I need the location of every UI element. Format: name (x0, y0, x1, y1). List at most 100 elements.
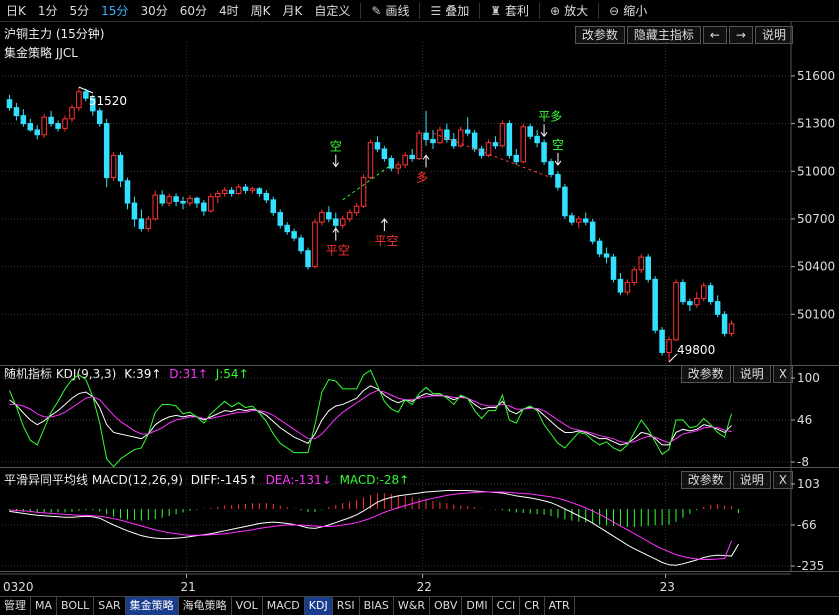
candle-body (645, 256, 651, 280)
candle-body (638, 256, 645, 271)
candle-body (562, 186, 568, 217)
indicator-tab-13[interactable]: DMI (462, 597, 493, 615)
candle-body (464, 129, 471, 134)
candle-body (96, 110, 103, 125)
candle-body (277, 212, 283, 226)
macd-chart[interactable]: 103 -66 -235 0320 21 22 23 (0, 468, 839, 596)
indicator-tab-8[interactable]: KDJ (304, 597, 333, 615)
candle-body (48, 116, 54, 125)
candle-body (541, 142, 547, 163)
indicator-tabs: 管理 MA BOLL SAR 集金策略 海龟策略 VOL MACD KDJ RSI BIAS W&R O… (0, 596, 839, 615)
period-tab-7[interactable]: 周K (245, 0, 277, 22)
candle-body (326, 212, 332, 220)
candle-body (485, 142, 492, 156)
candle-body (6, 99, 13, 109)
date-label-0: 0320 (3, 580, 34, 594)
candle-body (138, 218, 145, 229)
candle-body (291, 231, 297, 239)
period-tab-6[interactable]: 4时 (213, 0, 245, 22)
period-tab-0[interactable]: 日K (0, 0, 32, 22)
period-tab-1[interactable]: 1分 (32, 0, 64, 22)
indicator-tab-7[interactable]: MACD (263, 597, 305, 615)
tool-label: 画线 (385, 3, 410, 18)
candle-body (360, 177, 367, 207)
indicator-tab-15[interactable]: CR (520, 597, 545, 615)
tool-button-3[interactable]: ⊕ 放大 (544, 0, 594, 22)
kdj-chart[interactable]: 100 46 -8 (0, 364, 839, 468)
candle-body (13, 107, 20, 117)
date-label-1: 21 (181, 580, 196, 594)
candle-body (187, 197, 193, 204)
indicator-tab-0[interactable]: 管理 (0, 597, 31, 615)
indicator-tab-10[interactable]: BIAS (360, 597, 394, 615)
stack-icon: ☰ (430, 3, 442, 18)
candle-body (596, 240, 603, 255)
candle-body (228, 189, 235, 195)
indicator-tab-14[interactable]: CCI (493, 597, 521, 615)
period-tab-8[interactable]: 月K (277, 0, 309, 22)
indicator-tab-12[interactable]: OBV (430, 597, 463, 615)
candle-body (589, 221, 596, 242)
candle-body (631, 269, 638, 284)
candle-body (152, 194, 159, 220)
candle-body (20, 115, 27, 125)
candle-body (110, 154, 117, 179)
main-price-chart[interactable]: 51600 51300 51000 50700 50400 50100 51520 49800… (0, 22, 839, 366)
signal-label-5: 空 (552, 138, 564, 152)
tool-button-4[interactable]: ⊖ 缩小 (603, 0, 653, 22)
candle-body (673, 282, 679, 341)
candle-body (492, 142, 499, 147)
candle-body (582, 218, 589, 223)
indicator-tab-3[interactable]: SAR (94, 597, 126, 615)
candle-body (520, 126, 526, 163)
candle-body (180, 200, 186, 204)
candle-body (534, 135, 540, 144)
period-tab-5[interactable]: 60分 (174, 0, 213, 22)
tool-label: 放大 (564, 3, 589, 18)
tool-button-0[interactable]: ✎ 画线 (365, 0, 415, 22)
kdj-tick-label: -8 (797, 455, 809, 468)
candle-body (430, 138, 436, 144)
candle-body (103, 123, 110, 179)
candle-body (69, 107, 75, 120)
period-tab-3[interactable]: 15分 (95, 0, 134, 22)
signal-arrow-down (332, 154, 340, 168)
candle-body (346, 212, 353, 220)
indicator-tab-16[interactable]: ATR (545, 597, 575, 615)
period-tab-4[interactable]: 30分 (134, 0, 173, 22)
indicator-tab-11[interactable]: W&R (394, 597, 430, 615)
zoom-out-icon: ⊖ (609, 3, 620, 18)
candle-body (388, 158, 395, 169)
candle-body (506, 123, 513, 156)
candle-body (603, 253, 610, 258)
candle-body (499, 123, 506, 147)
period-tab-2[interactable]: 5分 (64, 0, 96, 22)
signal-arrow-down (540, 124, 548, 138)
main-tick-label: 50100 (797, 307, 835, 321)
candle-body (353, 205, 360, 214)
candle-body (173, 196, 179, 202)
tool-button-1[interactable]: ☰ 叠加 (424, 0, 475, 22)
tool-button-2[interactable]: ♜ 套利 (484, 0, 535, 22)
indicator-tab-4[interactable]: 集金策略 (125, 597, 179, 615)
indicator-tab-6[interactable]: VOL (232, 597, 263, 615)
low-price-label: 49800 (677, 343, 715, 357)
candle-body (728, 323, 735, 334)
candle-body (395, 164, 402, 169)
candle-body (34, 129, 40, 136)
date-label-2: 22 (417, 580, 432, 594)
period-tab-9[interactable]: 自定义 (308, 0, 356, 22)
candle-body (208, 196, 214, 212)
candle-body (687, 301, 693, 306)
indicator-tab-9[interactable]: RSI (333, 597, 360, 615)
indicator-tab-1[interactable]: MA (31, 597, 58, 615)
candle-body (513, 154, 520, 163)
signal-arrow-up (380, 218, 388, 231)
candle-body (707, 285, 714, 303)
candle-body (159, 194, 165, 204)
macd-tick-label: -66 (797, 518, 817, 532)
indicator-tab-2[interactable]: BOLL (57, 597, 95, 615)
main-tick-label: 50700 (797, 212, 835, 226)
toolbar-divider (360, 2, 362, 19)
indicator-tab-5[interactable]: 海龟策略 (179, 597, 232, 615)
